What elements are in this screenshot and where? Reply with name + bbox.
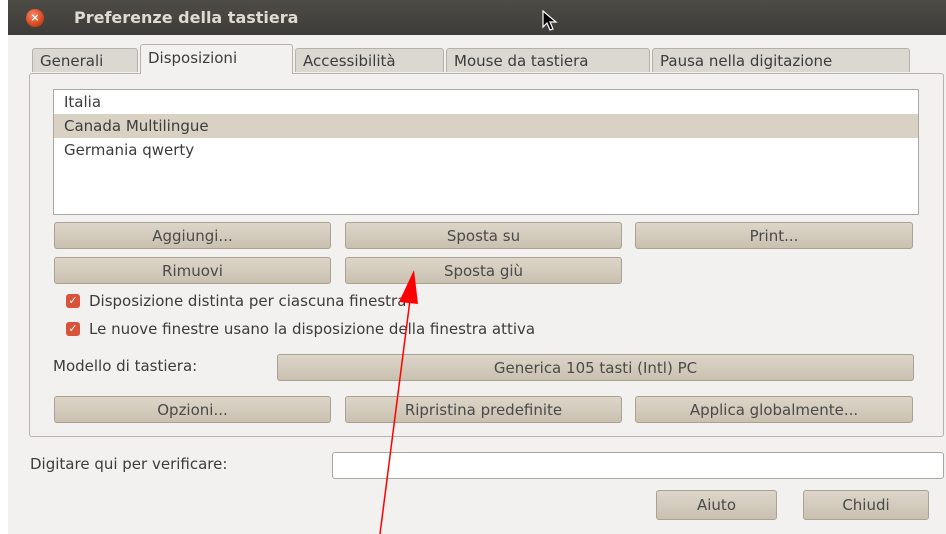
tab-generali[interactable]: Generali: [32, 48, 138, 72]
move-down-button[interactable]: Sposta giù: [345, 257, 622, 284]
list-item-selected[interactable]: Canada Multilingue: [54, 114, 918, 138]
test-field-label: Digitare qui per verificare:: [30, 455, 228, 473]
close-button[interactable]: Chiudi: [803, 490, 929, 520]
reset-defaults-button[interactable]: Ripristina predefinite: [345, 396, 622, 423]
keyboard-preferences-window: × Preferenze della tastiera Generali Dis…: [8, 0, 946, 534]
separate-layout-label: Disposizione distinta per ciascuna fines…: [89, 292, 407, 310]
apply-globally-button[interactable]: Applica globalmente...: [635, 396, 913, 423]
list-item[interactable]: Italia: [54, 90, 918, 114]
new-windows-checkbox-row[interactable]: ✓ Le nuove finestre usano la disposizione…: [66, 318, 535, 340]
help-button[interactable]: Aiuto: [656, 490, 777, 520]
keyboard-model-button[interactable]: Generica 105 tasti (Intl) PC: [277, 354, 914, 381]
remove-layout-button[interactable]: Rimuovi: [54, 257, 331, 284]
move-up-button[interactable]: Sposta su: [345, 222, 622, 249]
new-windows-checkbox[interactable]: ✓: [66, 321, 80, 336]
window-title: Preferenze della tastiera: [74, 8, 299, 27]
test-typing-input[interactable]: [332, 452, 944, 479]
close-window-button[interactable]: ×: [26, 9, 44, 27]
tab-pausa-digitazione[interactable]: Pausa nella digitazione: [652, 48, 910, 72]
add-layout-button[interactable]: Aggiungi...: [54, 222, 331, 249]
separate-layout-checkbox-row[interactable]: ✓ Disposizione distinta per ciascuna fine…: [66, 290, 406, 312]
tab-accessibilita[interactable]: Accessibilità: [295, 48, 444, 72]
separate-layout-checkbox[interactable]: ✓: [66, 293, 80, 308]
list-item[interactable]: Germania qwerty: [54, 138, 918, 162]
new-windows-label: Le nuove finestre usano la disposizione …: [89, 320, 536, 338]
title-bar[interactable]: × Preferenze della tastiera: [8, 0, 946, 35]
mouse-pointer-icon: [542, 10, 558, 31]
layout-list[interactable]: Italia Canada Multilingue Germania qwert…: [53, 89, 919, 215]
options-button[interactable]: Opzioni...: [54, 396, 331, 423]
tab-disposizioni[interactable]: Disposizioni: [140, 44, 293, 74]
print-button[interactable]: Print...: [635, 222, 913, 249]
close-icon: ×: [30, 11, 40, 24]
tab-mouse-da-tastiera[interactable]: Mouse da tastiera: [446, 48, 650, 72]
keyboard-model-label: Modello di tastiera:: [53, 357, 198, 375]
